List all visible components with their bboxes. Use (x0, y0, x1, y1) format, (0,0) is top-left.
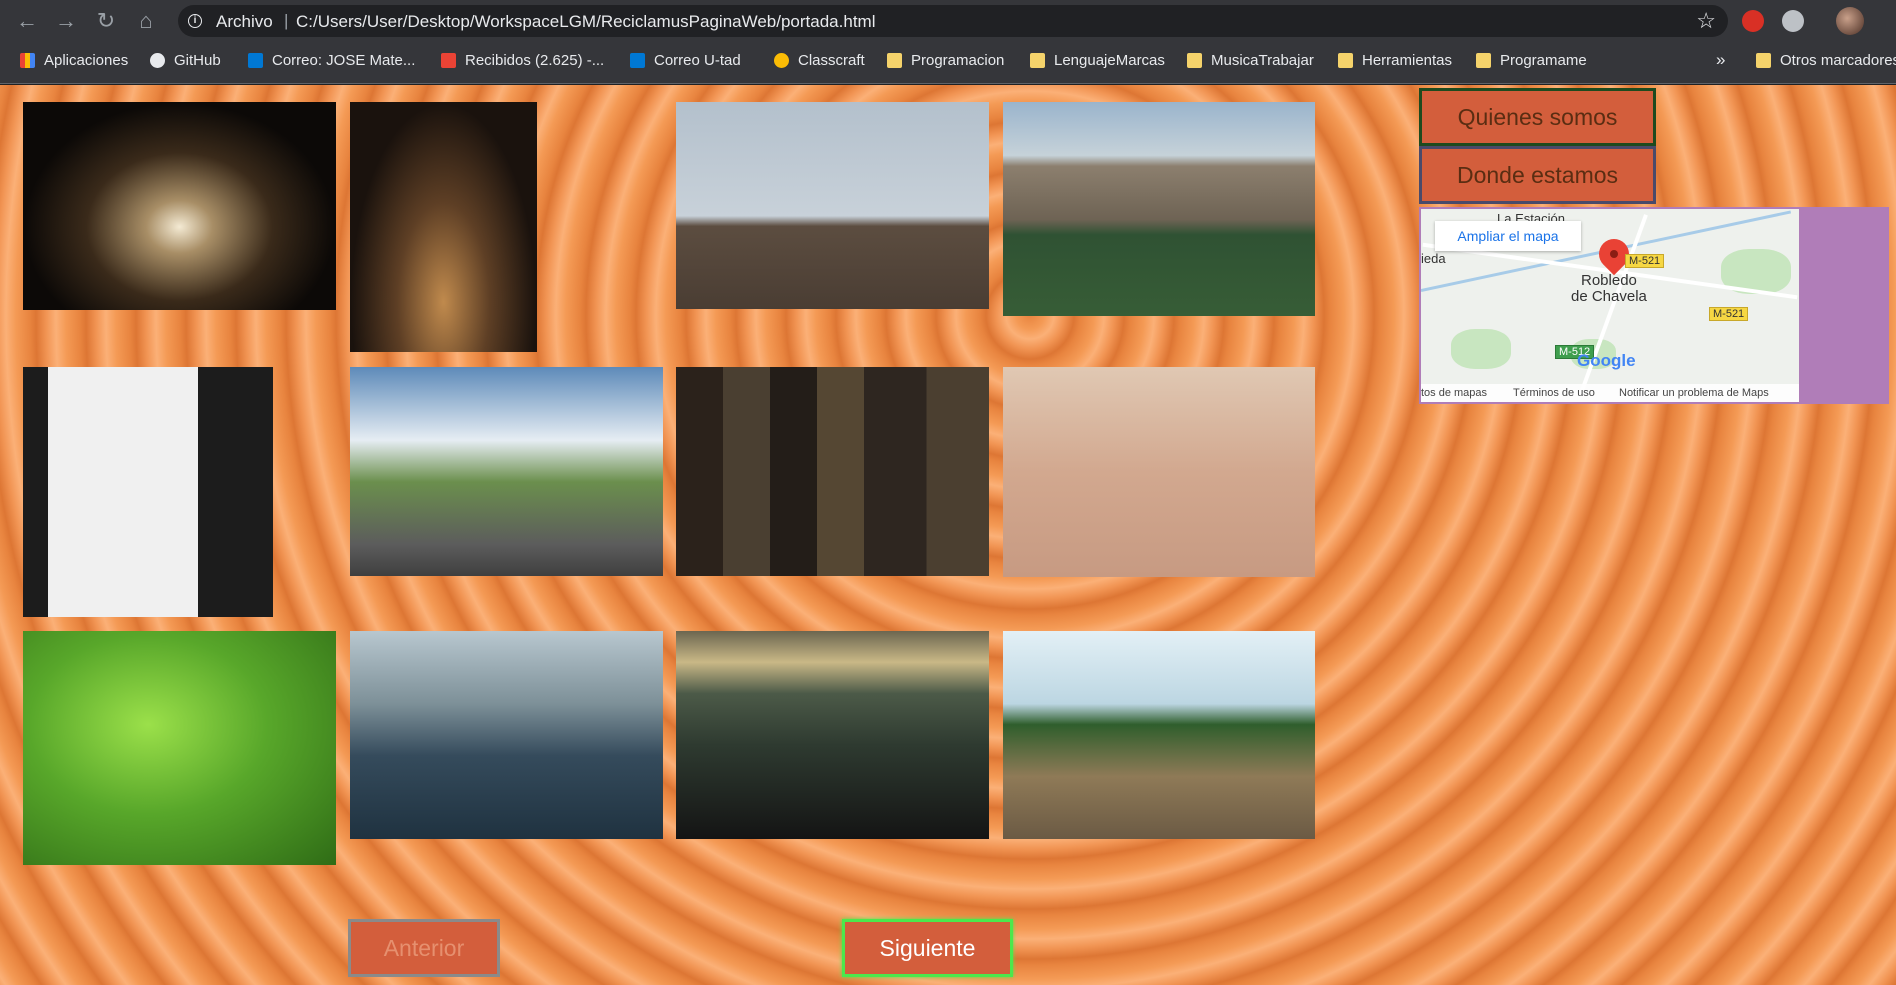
avatar[interactable] (1836, 7, 1864, 35)
bookmarks-overflow-button[interactable]: » (1716, 50, 1725, 70)
bookmark-otros[interactable]: Otros marcadores (1756, 52, 1896, 69)
page-content: Quienes somos Donde estamos La Estación … (0, 85, 1896, 985)
map-pin-dot (1610, 250, 1618, 258)
folder-icon (1756, 53, 1771, 68)
route-badge: M-521 (1625, 254, 1665, 268)
info-icon[interactable]: i (188, 14, 202, 28)
bookmark-label: Aplicaciones (44, 52, 129, 69)
gallery-image-college[interactable] (1003, 102, 1315, 316)
bookmark-label: Otros marcadores (1780, 52, 1896, 69)
bookmark-label: Programame (1500, 52, 1587, 69)
bookmark-correo-utad[interactable]: Correo U-tad (630, 52, 741, 69)
home-icon: ⌂ (139, 8, 153, 33)
bookmark-label: GitHub (174, 52, 221, 69)
map-data-link[interactable]: tos de mapas (1421, 387, 1487, 399)
bookmark-musicatrabajar[interactable]: MusicaTrabajar (1187, 52, 1314, 69)
gallery-image-railway[interactable] (1003, 631, 1315, 839)
map-container: La Estación ieda Robledo de Chavela M-52… (1419, 207, 1889, 404)
url-text[interactable]: C:/Users/User/Desktop/WorkspaceLGM/Recic… (296, 12, 875, 32)
bookmark-label: Classcraft (798, 52, 865, 69)
map-park-area (1451, 329, 1511, 369)
extension-red-icon[interactable] (1742, 10, 1764, 32)
bookmark-label: MusicaTrabajar (1211, 52, 1314, 69)
bookmark-label: Programacion (911, 52, 1005, 69)
scheme-label: Archivo (216, 12, 273, 31)
bookmark-github[interactable]: GitHub (150, 52, 221, 69)
google-logo: Google (1577, 351, 1636, 370)
map-label-line: Robledo (1581, 272, 1637, 289)
bookmarks-bar: Aplicaciones GitHub Correo: JOSE Mate...… (0, 42, 1896, 84)
bookmark-programame[interactable]: Programame (1476, 52, 1587, 69)
bookmark-aplicaciones[interactable]: Aplicaciones (20, 52, 128, 69)
classcraft-icon (774, 53, 789, 68)
arrow-left-icon: ← (16, 8, 38, 33)
back-button[interactable]: ← (13, 7, 41, 35)
bookmark-correo-jose[interactable]: Correo: JOSE Mate... (248, 52, 415, 69)
gallery-image-street-lights[interactable] (350, 102, 537, 352)
quienes-somos-button[interactable]: Quienes somos (1419, 88, 1656, 146)
map-label-town: ieda (1421, 251, 1446, 266)
terms-link[interactable]: Términos de uso (1513, 387, 1595, 399)
anterior-button[interactable]: Anterior (348, 919, 500, 977)
bookmark-lenguajemarcas[interactable]: LenguajeMarcas (1030, 52, 1165, 69)
gallery-image-leaf[interactable] (23, 631, 336, 865)
address-bar[interactable]: i Archivo | C:/Users/User/Desktop/Worksp… (178, 5, 1728, 37)
bookmark-label: Recibidos (2.625) -... (465, 52, 605, 69)
github-icon (150, 53, 165, 68)
report-problem-link[interactable]: Notificar un problema de Maps (1619, 387, 1769, 399)
map-label-main-town: Robledo de Chavela (1571, 273, 1647, 305)
bookmark-label: Herramientas (1362, 52, 1453, 69)
map-label-line: de Chavela (1571, 288, 1647, 305)
gallery-image-forest[interactable] (676, 367, 989, 576)
url-separator: | (284, 11, 289, 30)
reload-button[interactable]: ↻ (92, 7, 120, 35)
folder-icon (1030, 53, 1045, 68)
gallery-image-foggy-pier[interactable] (676, 102, 989, 309)
bookmark-label: Correo: JOSE Mate... (272, 52, 416, 69)
bookmark-classcraft[interactable]: Classcraft (774, 52, 865, 69)
star-icon[interactable]: ☆ (1696, 8, 1716, 34)
bookmark-label: LenguajeMarcas (1054, 52, 1165, 69)
gallery-image-desk[interactable] (1003, 367, 1315, 577)
browser-toolbar: ← → ↻ ⌂ i Archivo | C:/Users/User/Deskto… (0, 0, 1896, 42)
folder-icon (1187, 53, 1202, 68)
folder-icon (887, 53, 902, 68)
gmail-icon (441, 53, 456, 68)
gallery-image-city[interactable] (350, 631, 663, 839)
donde-estamos-button[interactable]: Donde estamos (1419, 146, 1656, 204)
bookmark-herramientas[interactable]: Herramientas (1338, 52, 1452, 69)
home-button[interactable]: ⌂ (132, 7, 160, 35)
reload-icon: ↻ (96, 8, 116, 33)
bookmark-programacion[interactable]: Programacion (887, 52, 1004, 69)
ampliar-mapa-button[interactable]: Ampliar el mapa (1435, 221, 1581, 251)
outlook-icon (630, 53, 645, 68)
bookmark-recibidos[interactable]: Recibidos (2.625) -... (441, 52, 604, 69)
gallery-image-mountain-road[interactable] (350, 367, 663, 576)
bookmark-label: Correo U-tad (654, 52, 741, 69)
gallery-image-cafe[interactable] (23, 367, 273, 617)
gallery-image-field[interactable] (676, 631, 989, 839)
gallery-image-concert[interactable] (23, 102, 336, 310)
folder-icon (1338, 53, 1353, 68)
siguiente-button[interactable]: Siguiente (842, 919, 1013, 977)
route-badge: M-521 (1709, 307, 1749, 321)
apps-icon (20, 53, 35, 68)
embedded-map[interactable]: La Estación ieda Robledo de Chavela M-52… (1421, 209, 1799, 402)
map-footer: tos de mapas Términos de uso Notificar u… (1421, 384, 1799, 402)
folder-icon (1476, 53, 1491, 68)
extension-gray-icon[interactable] (1782, 10, 1804, 32)
forward-button[interactable]: → (52, 7, 80, 35)
outlook-icon (248, 53, 263, 68)
arrow-right-icon: → (55, 8, 77, 33)
